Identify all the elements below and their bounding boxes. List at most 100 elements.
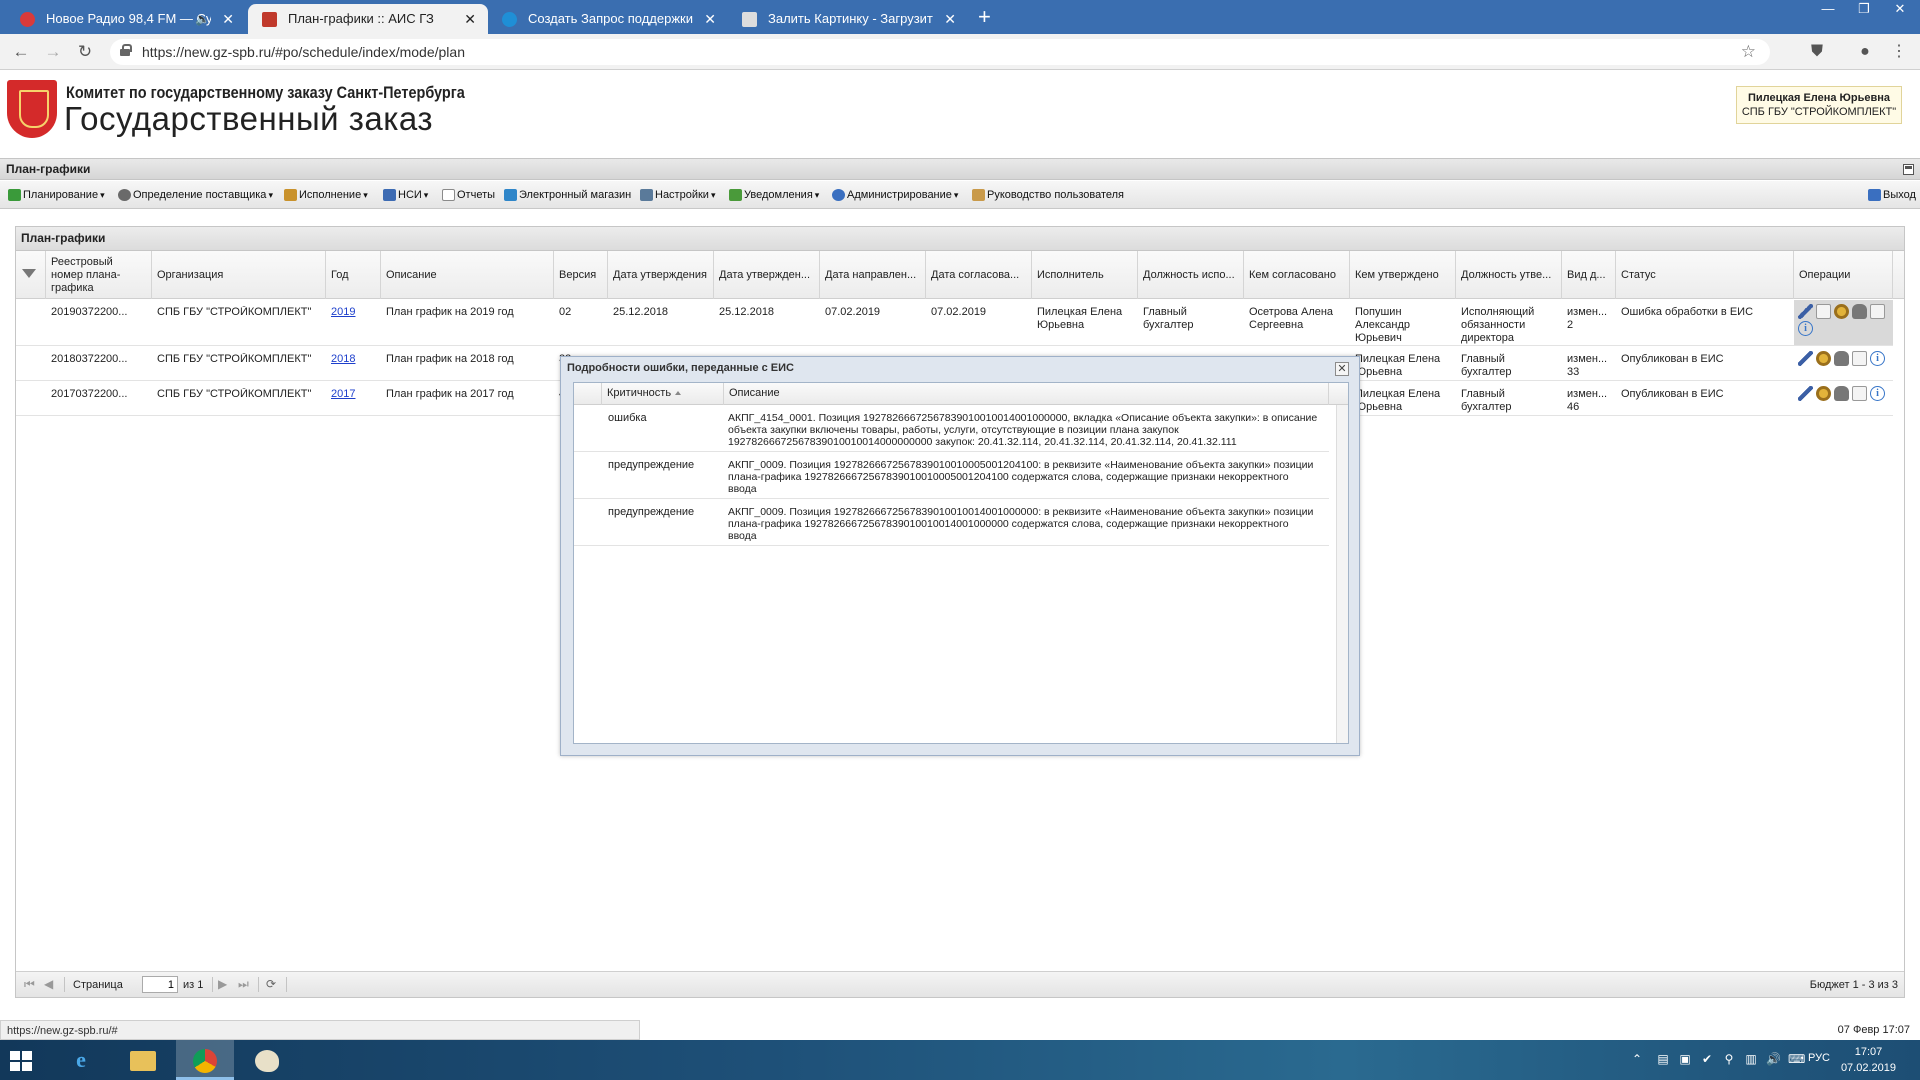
security-icon[interactable]: ✔: [1700, 1052, 1714, 1066]
edit-pencil-icon[interactable]: [1798, 304, 1813, 319]
menu-settings[interactable]: Настройки: [638, 181, 715, 209]
clock[interactable]: 17:07 07.02.2019: [1841, 1044, 1896, 1076]
first-page-icon[interactable]: ⏮: [24, 972, 35, 997]
col-doc-kind[interactable]: Вид д...: [1562, 251, 1616, 299]
prev-page-icon[interactable]: ◀: [44, 972, 53, 997]
extension-shield-icon[interactable]: ⛊: [1806, 41, 1828, 63]
menu-eshop[interactable]: Электронный магазин: [502, 181, 631, 209]
binoculars-icon[interactable]: [1834, 386, 1849, 401]
forward-button[interactable]: →: [41, 40, 65, 64]
col-agreed-date[interactable]: Дата согласова...: [926, 251, 1032, 299]
paint-icon[interactable]: [238, 1040, 296, 1080]
browser-menu-icon[interactable]: ⋮: [1888, 41, 1910, 63]
year-link[interactable]: 2018: [331, 353, 355, 365]
close-icon[interactable]: ✕: [464, 4, 476, 34]
windows-start-icon[interactable]: [10, 1051, 32, 1071]
edit-pencil-icon[interactable]: [1798, 386, 1813, 401]
close-icon[interactable]: ✕: [704, 4, 716, 34]
info-icon[interactable]: i: [1798, 321, 1813, 336]
last-page-icon[interactable]: ⏭: [238, 972, 249, 997]
menu-administration[interactable]: Администрирование: [830, 181, 958, 209]
address-bar[interactable]: https://new.gz-spb.ru/#po/schedule/index…: [110, 39, 1770, 65]
menu-notifications[interactable]: Уведомления: [727, 181, 819, 209]
printer-icon[interactable]: ▤: [1656, 1052, 1670, 1066]
file-explorer-icon[interactable]: [114, 1040, 172, 1080]
refresh-icon[interactable]: ⟳: [266, 972, 276, 997]
language-indicator[interactable]: РУС: [1808, 1052, 1830, 1064]
col-approval-date[interactable]: Дата утверждения: [608, 251, 714, 299]
user-info-box[interactable]: Пилецкая Елена Юрьевна СПБ ГБУ "СТРОЙКОМ…: [1736, 86, 1902, 124]
dialog-scrollbar[interactable]: [1336, 405, 1348, 743]
info-icon[interactable]: i: [1870, 386, 1885, 401]
back-button[interactable]: ←: [9, 40, 33, 64]
network-icon[interactable]: ▥: [1744, 1052, 1758, 1066]
tab-plan-graphs[interactable]: План-графики :: АИС ГЗ ✕: [248, 4, 488, 34]
speaker-muted-icon[interactable]: 🔈: [195, 4, 210, 34]
page-number-input[interactable]: [142, 976, 178, 993]
menu-reports[interactable]: Отчеты: [440, 181, 495, 209]
report-icon[interactable]: [1852, 351, 1867, 366]
info-icon[interactable]: i: [1870, 351, 1885, 366]
table-row[interactable]: 20190372200... СПБ ГБУ "СТРОЙКОМПЛЕКТ" 2…: [16, 300, 1893, 346]
col-reg-number[interactable]: Реестровый номер плана-графика: [46, 251, 152, 299]
close-icon[interactable]: ✕: [944, 4, 956, 34]
col-error-description[interactable]: Описание: [724, 383, 1329, 405]
emblem-sign-icon[interactable]: [1816, 351, 1831, 366]
emblem-sign-icon[interactable]: [1816, 386, 1831, 401]
report-icon[interactable]: [1852, 386, 1867, 401]
col-approval-date-2[interactable]: Дата утвержден...: [714, 251, 820, 299]
col-year[interactable]: Год: [326, 251, 381, 299]
tab-support[interactable]: Создать Запрос поддержки - А ✕: [488, 4, 728, 34]
tab-radio[interactable]: Новое Радио 98,4 FM — Су 🔈 ✕: [6, 4, 246, 34]
col-severity[interactable]: Критичность: [602, 383, 724, 405]
col-executor[interactable]: Исполнитель: [1032, 251, 1138, 299]
minimize-button[interactable]: —: [1812, 0, 1844, 20]
col-sent-date[interactable]: Дата направлен...: [820, 251, 926, 299]
tray-expand-icon[interactable]: ⌃: [1630, 1052, 1644, 1066]
profile-icon[interactable]: ●: [1854, 41, 1876, 63]
menu-user-guide[interactable]: Руководство пользователя: [970, 181, 1124, 209]
col-organization[interactable]: Организация: [152, 251, 326, 299]
keyboard-icon[interactable]: ⌨: [1788, 1052, 1805, 1066]
menu-execution[interactable]: Исполнение: [282, 181, 368, 209]
network-app-icon[interactable]: ▣: [1678, 1052, 1692, 1066]
document-icon[interactable]: [1816, 304, 1831, 319]
report-icon[interactable]: [1870, 304, 1885, 319]
year-link[interactable]: 2019: [331, 306, 355, 318]
filter-icon[interactable]: [22, 269, 36, 281]
usb-icon[interactable]: ⚲: [1722, 1052, 1736, 1066]
col-approved-by[interactable]: Кем утверждено: [1350, 251, 1456, 299]
internet-explorer-icon[interactable]: e: [52, 1040, 110, 1080]
year-link[interactable]: 2017: [331, 388, 355, 400]
col-version[interactable]: Версия: [554, 251, 608, 299]
chrome-icon[interactable]: [176, 1040, 234, 1080]
col-status[interactable]: Статус: [1616, 251, 1794, 299]
binoculars-icon[interactable]: [1852, 304, 1867, 319]
col-executor-position[interactable]: Должность испо...: [1138, 251, 1244, 299]
menu-nsi[interactable]: НСИ: [381, 181, 428, 209]
window-close-button[interactable]: ✕: [1884, 0, 1916, 20]
close-icon[interactable]: ✕: [222, 4, 234, 34]
menu-planning[interactable]: Планирование: [6, 181, 105, 209]
bookmark-star-icon[interactable]: ☆: [1741, 39, 1756, 65]
exit-button[interactable]: Выход: [1866, 181, 1916, 209]
edit-pencil-icon[interactable]: [1798, 351, 1813, 366]
menu-supplier[interactable]: Определение поставщика: [116, 181, 273, 209]
col-operations[interactable]: Операции: [1794, 251, 1893, 299]
col-description[interactable]: Описание: [381, 251, 554, 299]
tab-image-upload[interactable]: Залить Картинку - Загрузить фо ✕: [728, 4, 968, 34]
collapse-panel-button[interactable]: [1903, 164, 1914, 175]
error-row[interactable]: предупреждение АКПГ_0009. Позиция 192782…: [574, 453, 1329, 499]
new-tab-button[interactable]: +: [978, 4, 991, 30]
emblem-sign-icon[interactable]: [1834, 304, 1849, 319]
next-page-icon[interactable]: ▶: [218, 972, 227, 997]
dialog-close-button[interactable]: ✕: [1335, 362, 1349, 376]
reload-button[interactable]: ↻: [73, 40, 97, 64]
binoculars-icon[interactable]: [1834, 351, 1849, 366]
col-approver-position[interactable]: Должность утве...: [1456, 251, 1562, 299]
error-row[interactable]: предупреждение АКПГ_0009. Позиция 192782…: [574, 500, 1329, 546]
filter-column[interactable]: [16, 251, 46, 299]
col-agreed-by[interactable]: Кем согласовано: [1244, 251, 1350, 299]
error-row[interactable]: ошибка АКПГ_4154_0001. Позиция 192782666…: [574, 406, 1329, 452]
volume-icon[interactable]: 🔊: [1766, 1052, 1781, 1066]
